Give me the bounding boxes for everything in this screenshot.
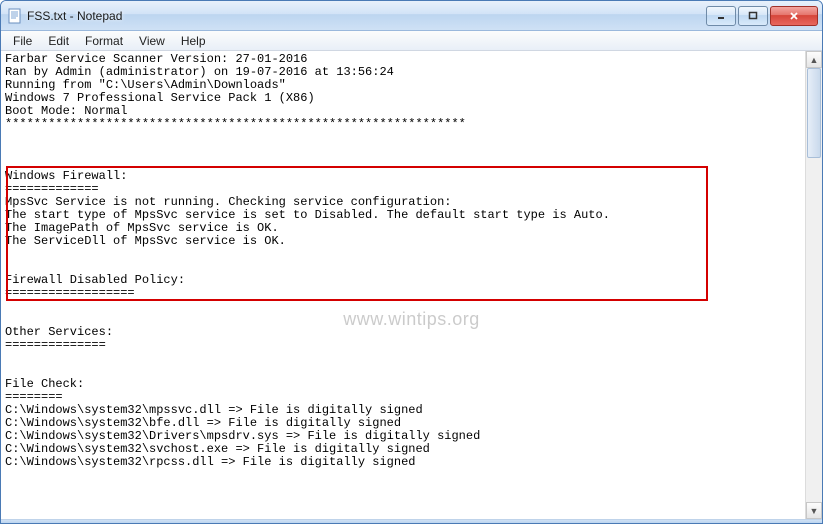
menubar: File Edit Format View Help	[1, 31, 822, 51]
menu-help[interactable]: Help	[173, 32, 214, 50]
notepad-icon	[7, 8, 23, 24]
window-controls	[706, 6, 818, 26]
menu-edit[interactable]: Edit	[40, 32, 77, 50]
menu-file[interactable]: File	[5, 32, 40, 50]
scroll-down-arrow-icon[interactable]: ▼	[806, 502, 822, 519]
window-title: FSS.txt - Notepad	[27, 9, 706, 23]
window-bottom-border	[1, 519, 822, 523]
scroll-thumb[interactable]	[807, 68, 821, 158]
vertical-scrollbar[interactable]: ▲ ▼	[805, 51, 822, 519]
titlebar[interactable]: FSS.txt - Notepad	[1, 1, 822, 31]
content-area: Farbar Service Scanner Version: 27-01-20…	[1, 51, 822, 519]
minimize-button[interactable]	[706, 6, 736, 26]
menu-format[interactable]: Format	[77, 32, 131, 50]
menu-view[interactable]: View	[131, 32, 173, 50]
maximize-button[interactable]	[738, 6, 768, 26]
notepad-window: FSS.txt - Notepad File Edit Format View …	[0, 0, 823, 524]
scroll-track[interactable]	[806, 68, 822, 502]
scroll-up-arrow-icon[interactable]: ▲	[806, 51, 822, 68]
text-editor[interactable]: Farbar Service Scanner Version: 27-01-20…	[1, 51, 805, 519]
close-button[interactable]	[770, 6, 818, 26]
